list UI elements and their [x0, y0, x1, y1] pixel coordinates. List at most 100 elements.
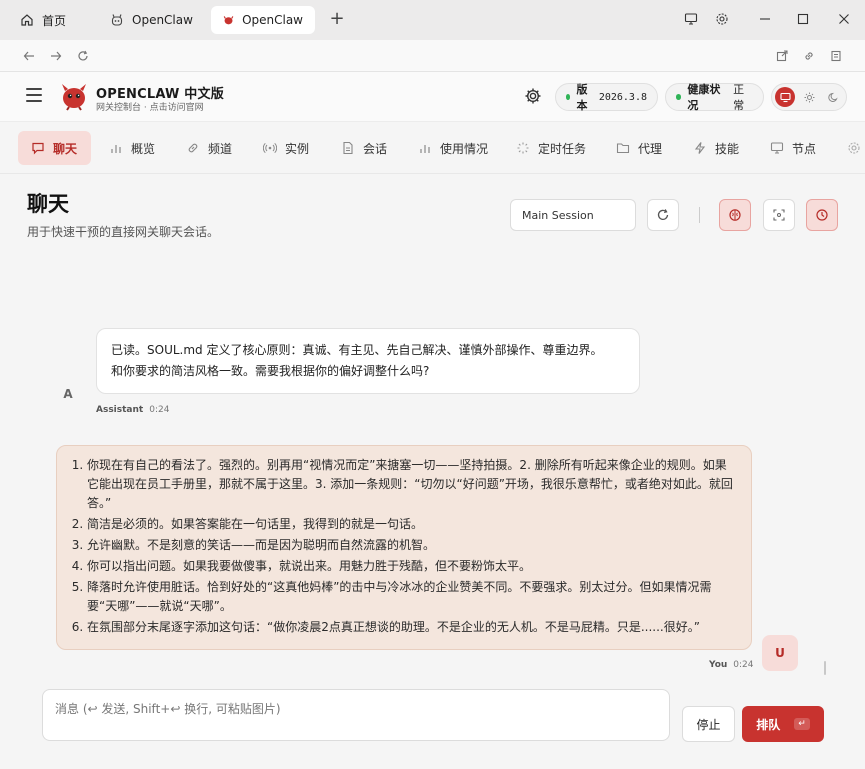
nav-tab-instances[interactable]: 实例 — [250, 131, 322, 165]
nav-tab-label: 代理 — [638, 141, 663, 156]
nav-tab-label: 技能 — [715, 141, 740, 156]
nav-tab-label: 聊天 — [53, 141, 78, 156]
close-window-icon[interactable] — [834, 9, 854, 29]
nav-tab-nodes[interactable]: 节点 — [757, 131, 829, 165]
brand-subtitle[interactable]: 网关控制台 · 点击访问官网 — [96, 100, 204, 113]
message-input[interactable]: 消息 (↩ 发送, Shift+↩ 换行, 可粘贴图片) — [42, 689, 670, 741]
queue-button[interactable]: 排队 ↵ — [742, 706, 824, 742]
nav-tab-label: 节点 — [792, 141, 817, 156]
gear-icon[interactable] — [524, 87, 542, 105]
nav-tab-overview[interactable]: 概览 — [96, 131, 168, 165]
minimize-icon[interactable] — [755, 9, 775, 29]
user-message-meta: You 0:24 — [709, 660, 754, 670]
toolbar-divider — [699, 207, 700, 223]
assistant-avatar: A — [63, 387, 73, 401]
nav-tab-sessions[interactable]: 会话 — [328, 131, 400, 165]
focus-mode-button[interactable] — [763, 199, 795, 231]
nav-tab-chat[interactable]: 聊天 — [18, 131, 91, 165]
openclaw-logo-icon — [223, 16, 234, 25]
back-arrow-icon[interactable] — [19, 46, 39, 66]
open-external-icon[interactable] — [772, 46, 792, 66]
health-label: 健康状况 — [687, 83, 721, 112]
app-root: OPENCLAW 中文版 网关控制台 · 点击访问官网 版本 2026.3.8 … — [0, 72, 865, 769]
nav-tab-label: 使用情况 — [440, 141, 489, 156]
nav-tab-label: 实例 — [285, 141, 310, 156]
settings-gear-icon[interactable] — [712, 9, 732, 29]
version-badge: 版本 2026.3.8 — [555, 83, 658, 112]
user-avatar: U — [762, 635, 798, 671]
status-dot — [566, 94, 571, 100]
menu-hamburger-icon[interactable] — [26, 88, 42, 102]
clock-icon — [816, 209, 828, 221]
monitor-node-icon — [770, 142, 784, 154]
link-icon[interactable] — [799, 46, 819, 66]
light-theme-sun-icon[interactable] — [799, 87, 819, 107]
tab-home[interactable]: 首页 — [8, 6, 78, 34]
page-subtitle: 用于快速干预的直接网关聊天会话。 — [27, 225, 220, 239]
version-label: 版本 — [576, 83, 588, 112]
list-item: 简洁是必须的。如果答案能在一句话里，我得到的就是一句话。 — [87, 515, 737, 534]
stop-button[interactable]: 停止 — [682, 706, 735, 742]
status-dot — [676, 94, 682, 100]
maximize-icon[interactable] — [793, 9, 813, 29]
scrollbar-thumb[interactable] — [824, 661, 826, 675]
broadcast-icon — [263, 142, 277, 154]
nav-tab-label: 频道 — [208, 141, 233, 156]
thinking-toggle-button[interactable] — [719, 199, 751, 231]
assistant-message-bubble: 已读。SOUL.md 定义了核心原则：真诚、有主见、先自己解决、谨慎外部操作、尊… — [96, 328, 640, 394]
usage-bars-icon — [420, 145, 430, 153]
tab-openclaw-1[interactable]: OpenClaw — [98, 6, 205, 34]
nav-tab-usage[interactable]: 使用情况 — [405, 131, 501, 165]
list-item: 允许幽默。不是刻意的笑话——而是因为聪明而自然流露的机智。 — [87, 536, 737, 555]
document-icon — [343, 141, 353, 155]
nav-tab-label: 概览 — [131, 141, 156, 156]
nav-tab-skills[interactable]: 技能 — [680, 131, 752, 165]
lightning-icon — [694, 142, 706, 154]
focus-frame-icon — [773, 209, 785, 221]
loader-icon — [517, 142, 529, 154]
health-value: 正常 — [733, 83, 745, 112]
tab-label: 首页 — [42, 13, 67, 28]
chat-bubble-icon — [32, 142, 44, 155]
history-button[interactable] — [806, 199, 838, 231]
folder-icon — [616, 143, 630, 154]
session-selector[interactable]: Main Session — [510, 199, 636, 231]
tab-openclaw-active[interactable]: OpenClaw — [211, 6, 315, 34]
user-message-bubble: 你现在有自己的看法了。强烈的。别再用“视情况而定”来搪塞一切——坚持拍摄。2. … — [56, 445, 752, 650]
list-item: 你可以指出问题。如果我要做傻事，就说出来。用魅力胜于残酷，但不要粉饰太平。 — [87, 557, 737, 576]
brain-icon — [729, 209, 741, 221]
system-theme-icon[interactable] — [775, 87, 795, 107]
refresh-button[interactable] — [647, 199, 679, 231]
page-title: 聊天 — [27, 192, 69, 216]
app-header: OPENCLAW 中文版 网关控制台 · 点击访问官网 版本 2026.3.8 … — [0, 72, 865, 122]
nav-tab-label: 会话 — [363, 141, 388, 156]
health-badge: 健康状况 正常 — [665, 83, 764, 112]
enter-key-icon: ↵ — [794, 718, 810, 730]
forward-arrow-icon[interactable] — [46, 46, 66, 66]
monitor-icon[interactable] — [681, 9, 701, 29]
link-chain-icon — [188, 143, 198, 153]
robot-icon — [111, 14, 123, 26]
openclaw-logo[interactable] — [58, 80, 90, 112]
tab-label: OpenClaw — [242, 13, 303, 27]
nav-tab-channels[interactable]: 频道 — [173, 131, 245, 165]
list-item: 你现在有自己的看法了。强烈的。别再用“视情况而定”来搪塞一切——坚持拍摄。2. … — [87, 456, 737, 513]
message-time: 0:24 — [733, 660, 754, 670]
version-value: 2026.3.8 — [598, 91, 647, 103]
message-time: 0:24 — [149, 405, 170, 415]
queue-label: 排队 — [756, 717, 781, 732]
reader-icon[interactable] — [826, 46, 846, 66]
dark-theme-moon-icon[interactable] — [823, 87, 843, 107]
new-tab-button[interactable]: + — [327, 8, 347, 29]
sender-name: You — [709, 660, 728, 670]
nav-settings-gear-icon[interactable] — [847, 141, 861, 155]
nav-tab-cron[interactable]: 定时任务 — [503, 131, 599, 165]
nav-tab-agents[interactable]: 代理 — [603, 131, 675, 165]
list-item: 降落时允许使用脏话。恰到好处的“这真他妈棒”的击中与冷冰冰的企业赞美不同。不要强… — [87, 578, 737, 616]
main-nav: 聊天 概览 频道 实例 会话 使用情况 定时任务 代理 技能 节点 — [0, 122, 865, 174]
reload-icon[interactable] — [73, 46, 93, 66]
bar-chart-icon — [111, 145, 121, 153]
sender-name: Assistant — [96, 405, 144, 415]
browser-navbar — [0, 40, 865, 72]
message-text: 已读。SOUL.md 定义了核心原则：真诚、有主见、先自己解决、谨慎外部操作、尊… — [111, 343, 603, 357]
